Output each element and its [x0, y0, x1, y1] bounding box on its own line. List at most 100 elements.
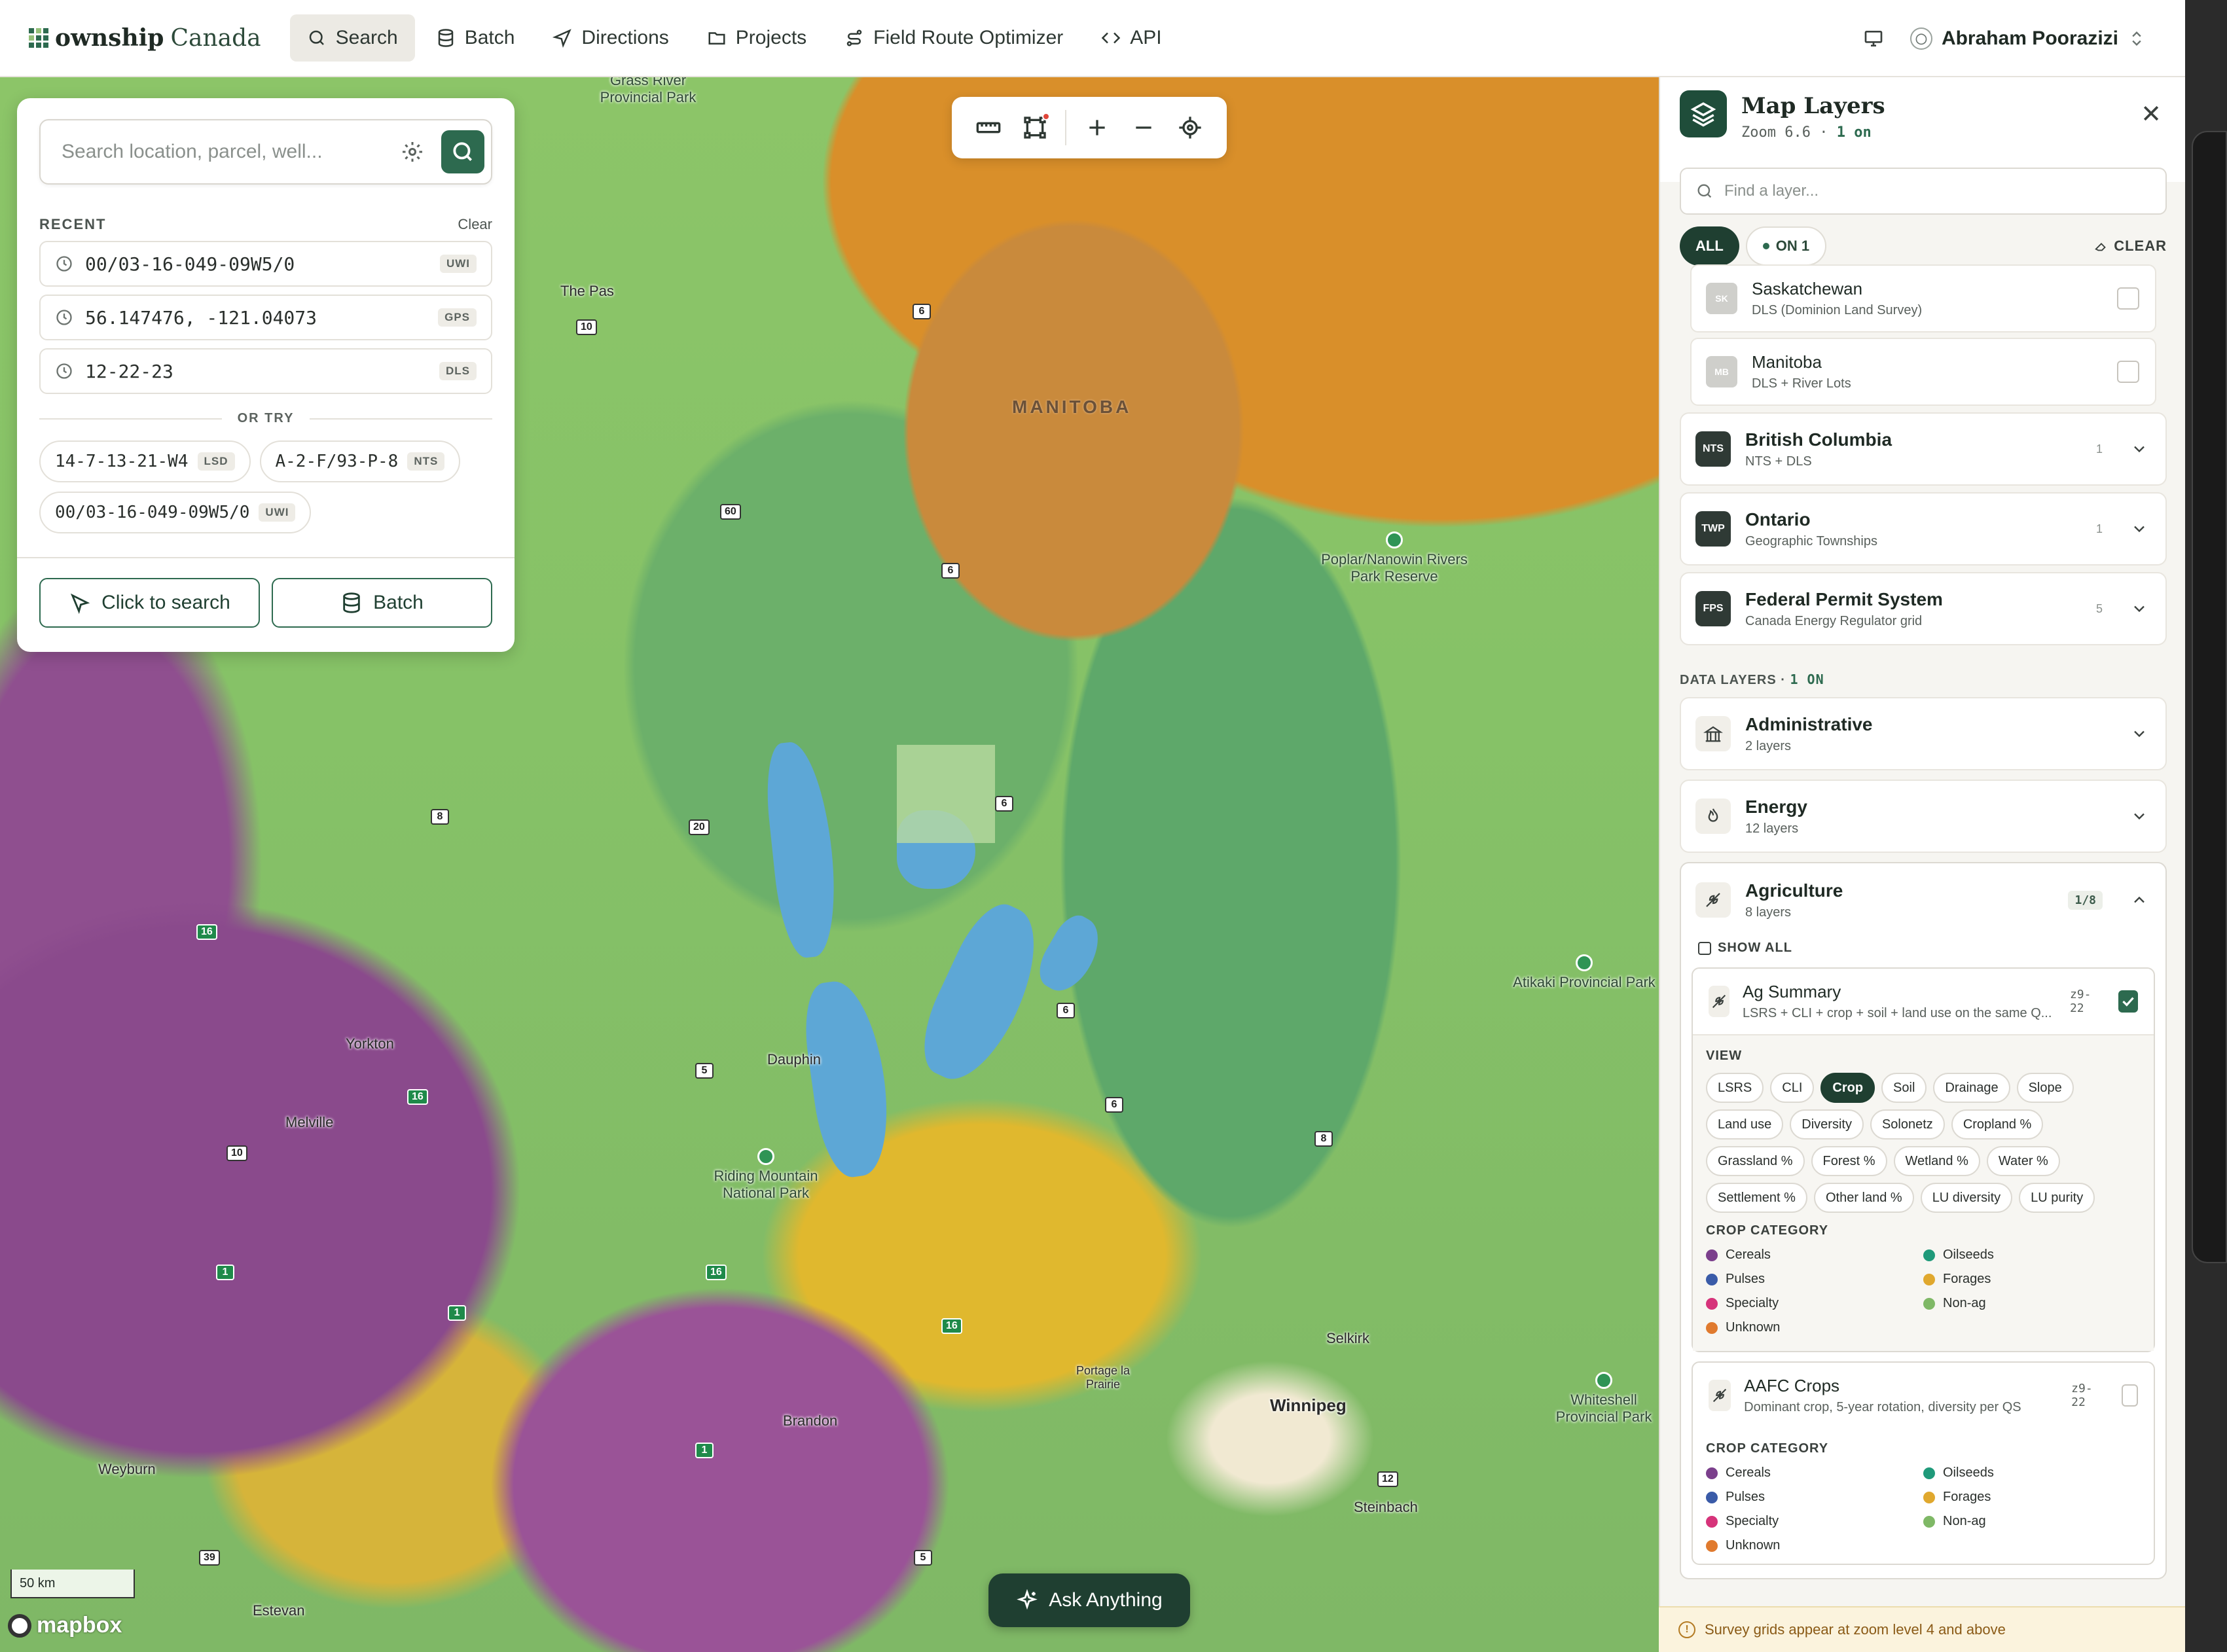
zoom-in-button[interactable]	[1081, 111, 1114, 144]
mapbox-attribution[interactable]: mapbox	[8, 1613, 122, 1638]
layers-list[interactable]: SK Saskatchewan DLS (Dominion Land Survey…	[1660, 264, 2185, 1652]
layer-search-input[interactable]	[1724, 182, 2151, 200]
gear-icon[interactable]	[401, 140, 424, 164]
show-all-toggle[interactable]: SHOW ALL	[1698, 941, 2165, 956]
example-chip[interactable]: 14-7-13-21-W4 LSD	[39, 440, 251, 482]
view-chip[interactable]: Soil	[1881, 1073, 1927, 1103]
park-poplar[interactable]: Poplar/Nanowin Rivers Park Reserve	[1316, 531, 1473, 586]
group-ontario[interactable]: TWP Ontario Geographic Townships 1	[1680, 492, 2167, 566]
view-chip[interactable]: Forest %	[1811, 1146, 1887, 1176]
view-chip[interactable]: LU diversity	[1920, 1183, 2013, 1213]
view-chip[interactable]: Water %	[1986, 1146, 2060, 1176]
city-steinbach[interactable]: Steinbach	[1354, 1499, 1418, 1516]
city-melville[interactable]: Melville	[285, 1114, 333, 1131]
layer-checkbox[interactable]	[2117, 361, 2139, 383]
search-input[interactable]	[62, 141, 401, 163]
ag-summary-row[interactable]: Ag Summary LSRS + CLI + crop + soil + lan…	[1693, 969, 2154, 1034]
view-chip[interactable]: Diversity	[1790, 1109, 1864, 1140]
city-yorkton[interactable]: Yorkton	[346, 1035, 394, 1052]
nav-search[interactable]: Search	[289, 14, 415, 62]
monitor-icon[interactable]	[1863, 28, 1884, 49]
filter-on[interactable]: ON 1	[1745, 226, 1827, 266]
agriculture-header[interactable]: Agriculture 8 layers 1/8	[1681, 863, 2165, 937]
park-riding-mountain[interactable]: Riding Mountain National Park	[700, 1148, 831, 1202]
layer-item-manitoba[interactable]: MB Manitoba DLS + River Lots	[1690, 338, 2156, 406]
lake-small	[1030, 908, 1110, 1000]
park-whiteshell[interactable]: Whiteshell Provincial Park	[1545, 1372, 1659, 1426]
layer-checkbox[interactable]	[2117, 287, 2139, 310]
city-portage[interactable]: Portage la Prairie	[1074, 1364, 1132, 1392]
search-submit-button[interactable]	[441, 130, 484, 173]
recent-item[interactable]: 56.147476, -121.04073 GPS	[39, 295, 492, 340]
view-chip[interactable]: LU purity	[2019, 1183, 2095, 1213]
park-label: Whiteshell Provincial Park	[1555, 1392, 1652, 1426]
group-british-columbia[interactable]: NTS British Columbia NTS + DLS 1	[1680, 412, 2167, 486]
app-logo[interactable]: ownship Canada	[29, 24, 261, 52]
group-federal-permit-system[interactable]: FPS Federal Permit System Canada Energy R…	[1680, 572, 2167, 645]
view-chip[interactable]: CLI	[1770, 1073, 1815, 1103]
legend-item: Oilseeds	[1923, 1248, 2141, 1263]
nav-projects-label: Projects	[735, 27, 807, 48]
draw-area-button[interactable]	[1019, 111, 1051, 144]
layer-item-saskatchewan[interactable]: SK Saskatchewan DLS (Dominion Land Survey…	[1690, 264, 2156, 332]
view-chip[interactable]: Land use	[1706, 1109, 1784, 1140]
group-subtitle: Geographic Townships	[1745, 533, 1877, 548]
logo-text: ownship	[55, 24, 164, 52]
city-the-pas[interactable]: The Pas	[560, 283, 614, 300]
park-label: Grass River Provincial Park	[600, 77, 697, 106]
city-weyburn[interactable]: Weyburn	[98, 1461, 156, 1478]
category-energy[interactable]: Energy 12 layers	[1680, 780, 2167, 853]
aafc-row[interactable]: AAFC Crops Dominant crop, 5-year rotation…	[1693, 1363, 2154, 1428]
park-atikaki[interactable]: Atikaki Provincial Park	[1506, 954, 1659, 991]
view-chip[interactable]: LSRS	[1706, 1073, 1764, 1103]
view-chip[interactable]: Settlement %	[1706, 1183, 1807, 1213]
city-dauphin[interactable]: Dauphin	[767, 1051, 821, 1068]
recent-item[interactable]: 12-22-23 DLS	[39, 348, 492, 394]
clear-layers-button[interactable]: CLEAR	[2094, 238, 2167, 255]
city-brandon[interactable]: Brandon	[783, 1412, 837, 1429]
view-chip[interactable]: Slope	[2016, 1073, 2074, 1103]
ruler-icon	[976, 122, 1000, 134]
filter-all[interactable]: ALL	[1680, 226, 1739, 266]
group-subtitle: NTS + DLS	[1745, 454, 1812, 469]
layer-checkbox[interactable]	[2121, 1384, 2138, 1407]
category-agriculture: Agriculture 8 layers 1/8 SHOW ALL Ag Summ…	[1680, 862, 2167, 1579]
view-chip[interactable]: Cropland %	[1951, 1109, 2044, 1140]
example-chip[interactable]: A-2-F/93-P-8 NTS	[259, 440, 461, 482]
legend-label: Specialty	[1726, 1296, 1779, 1310]
example-chip[interactable]: 00/03-16-049-09W5/0 UWI	[39, 492, 312, 533]
user-menu[interactable]: ◯ Abraham Poorazizi	[1910, 27, 2146, 50]
recent-item[interactable]: 00/03-16-049-09W5/0 UWI	[39, 241, 492, 287]
zoom-out-button[interactable]	[1127, 111, 1160, 144]
category-administrative[interactable]: Administrative 2 layers	[1680, 697, 2167, 770]
measure-button[interactable]	[972, 111, 1005, 144]
legend-item: Forages	[1923, 1490, 2141, 1505]
close-icon[interactable]: ✕	[2141, 99, 2162, 129]
clear-recent-button[interactable]: Clear	[458, 216, 492, 233]
view-chip[interactable]: Other land %	[1813, 1183, 1914, 1213]
nav-projects[interactable]: Projects	[690, 14, 824, 62]
click-to-search-button[interactable]: Click to search	[39, 578, 260, 628]
city-estevan[interactable]: Estevan	[253, 1602, 305, 1619]
view-chip[interactable]: Grassland %	[1706, 1146, 1805, 1176]
plus-icon	[1089, 120, 1105, 135]
ask-anything-button[interactable]: Ask Anything	[988, 1573, 1190, 1627]
layer-checkbox-checked[interactable]	[2118, 990, 2138, 1013]
city-winnipeg[interactable]: Winnipeg	[1270, 1395, 1347, 1416]
view-chip[interactable]: Crop	[1820, 1073, 1875, 1103]
park-grass-river[interactable]: Grass River Provincial Park	[583, 77, 714, 107]
search-box	[39, 119, 492, 185]
view-chip[interactable]: Wetland %	[1893, 1146, 1980, 1176]
nav-directions[interactable]: Directions	[535, 14, 685, 62]
nav-api[interactable]: API	[1084, 14, 1178, 62]
legend-swatch	[1706, 1297, 1718, 1310]
locate-me-button[interactable]	[1174, 111, 1206, 144]
view-chip[interactable]: Drainage	[1933, 1073, 2010, 1103]
nav-batch[interactable]: Batch	[419, 14, 532, 62]
city-selkirk[interactable]: Selkirk	[1326, 1330, 1369, 1347]
nav-field-route-optimizer[interactable]: Field Route Optimizer	[827, 14, 1080, 62]
legend-swatch	[1706, 1321, 1718, 1334]
highway-shield-trans-canada: 16	[196, 924, 217, 940]
batch-button[interactable]: Batch	[272, 578, 492, 628]
view-chip[interactable]: Solonetz	[1870, 1109, 1945, 1140]
